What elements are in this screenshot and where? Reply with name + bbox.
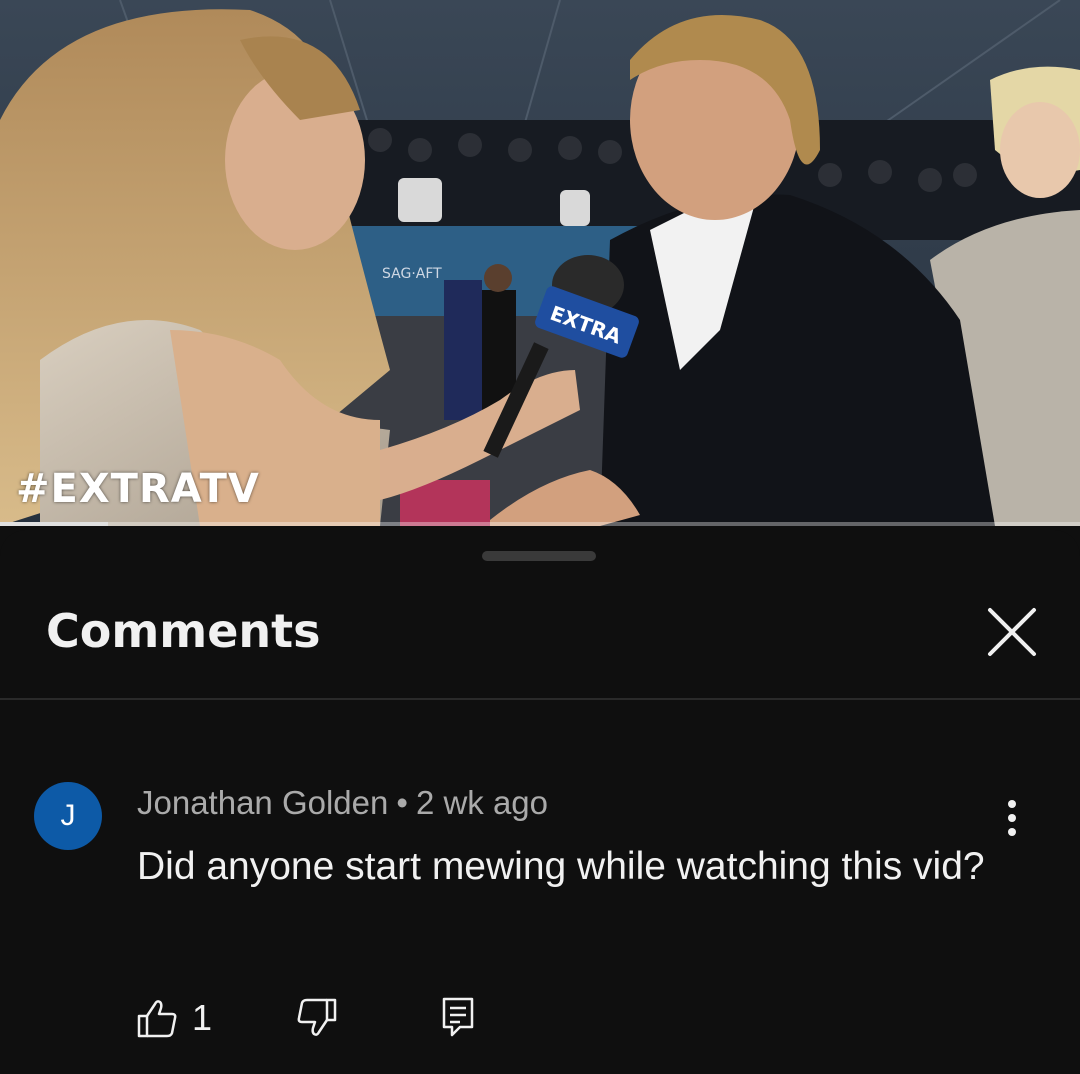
avatar[interactable]: J bbox=[34, 782, 102, 850]
reply-icon bbox=[442, 997, 474, 1037]
thumbs-down-icon bbox=[297, 998, 337, 1036]
header-divider bbox=[0, 698, 1080, 700]
meta-separator: • bbox=[396, 784, 408, 821]
comment-time: 2 wk ago bbox=[415, 784, 549, 821]
video-progress-fill bbox=[0, 522, 108, 526]
like-button[interactable] bbox=[135, 996, 179, 1040]
drag-handle[interactable] bbox=[482, 551, 596, 561]
reply-button[interactable] bbox=[438, 995, 478, 1039]
more-vertical-icon bbox=[1008, 800, 1016, 836]
video-player[interactable]: SAG·AFT EXTRA #EXTRATV bbox=[0, 0, 1080, 526]
channel-watermark: #EXTRATV bbox=[16, 466, 260, 512]
close-button[interactable] bbox=[980, 600, 1044, 664]
thumbs-up-icon bbox=[137, 1000, 177, 1038]
comment-author[interactable]: Jonathan Golden bbox=[137, 784, 388, 821]
backdrop-text: SAG·AFT bbox=[382, 266, 442, 282]
comment-meta: Jonathan Golden • 2 wk ago bbox=[137, 784, 548, 822]
dislike-button[interactable] bbox=[293, 996, 339, 1040]
video-progress-bar[interactable] bbox=[0, 522, 1080, 526]
comment-text: Did anyone start mewing while watching t… bbox=[137, 845, 985, 888]
video-frame: SAG·AFT EXTRA bbox=[0, 0, 1080, 526]
like-count: 1 bbox=[192, 997, 213, 1038]
comments-title: Comments bbox=[46, 604, 321, 658]
comment-more-button[interactable] bbox=[990, 794, 1034, 842]
close-icon bbox=[988, 608, 1036, 656]
comments-sheet: Comments J Jonathan Golden • 2 wk ago Did … bbox=[0, 530, 1080, 1074]
